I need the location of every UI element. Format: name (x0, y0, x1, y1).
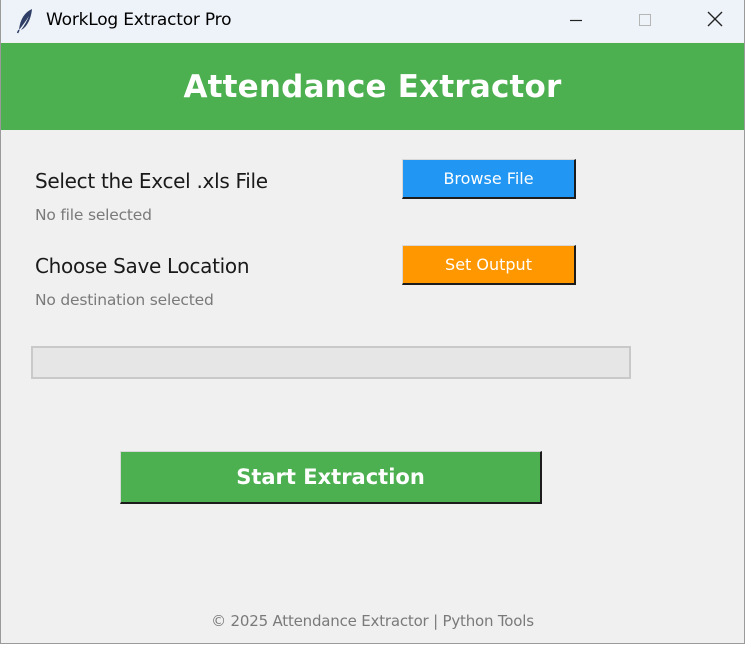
input-file-label: Select the Excel .xls File (35, 169, 268, 193)
maximize-button[interactable] (622, 0, 668, 42)
app-header: Attendance Extractor (1, 43, 744, 130)
page-title: Attendance Extractor (183, 69, 562, 105)
close-button[interactable] (692, 0, 738, 42)
window-title: WorkLog Extractor Pro (46, 10, 232, 30)
app-window: WorkLog Extractor Pro Attendance Extract… (0, 0, 745, 644)
footer-text: © 2025 Attendance Extractor | Python Too… (211, 612, 534, 630)
input-file-status: No file selected (35, 206, 152, 224)
minimize-icon (569, 12, 583, 31)
maximize-icon (638, 12, 652, 31)
title-bar[interactable]: WorkLog Extractor Pro (1, 0, 744, 42)
start-extraction-button[interactable]: Start Extraction (120, 451, 542, 504)
feather-icon (16, 8, 36, 34)
progress-bar (31, 346, 631, 379)
minimize-button[interactable] (553, 0, 599, 42)
set-output-button[interactable]: Set Output (402, 245, 576, 285)
browse-file-button[interactable]: Browse File (402, 159, 576, 199)
close-icon (707, 11, 723, 31)
save-location-status: No destination selected (35, 291, 214, 309)
save-location-label: Choose Save Location (35, 254, 250, 278)
